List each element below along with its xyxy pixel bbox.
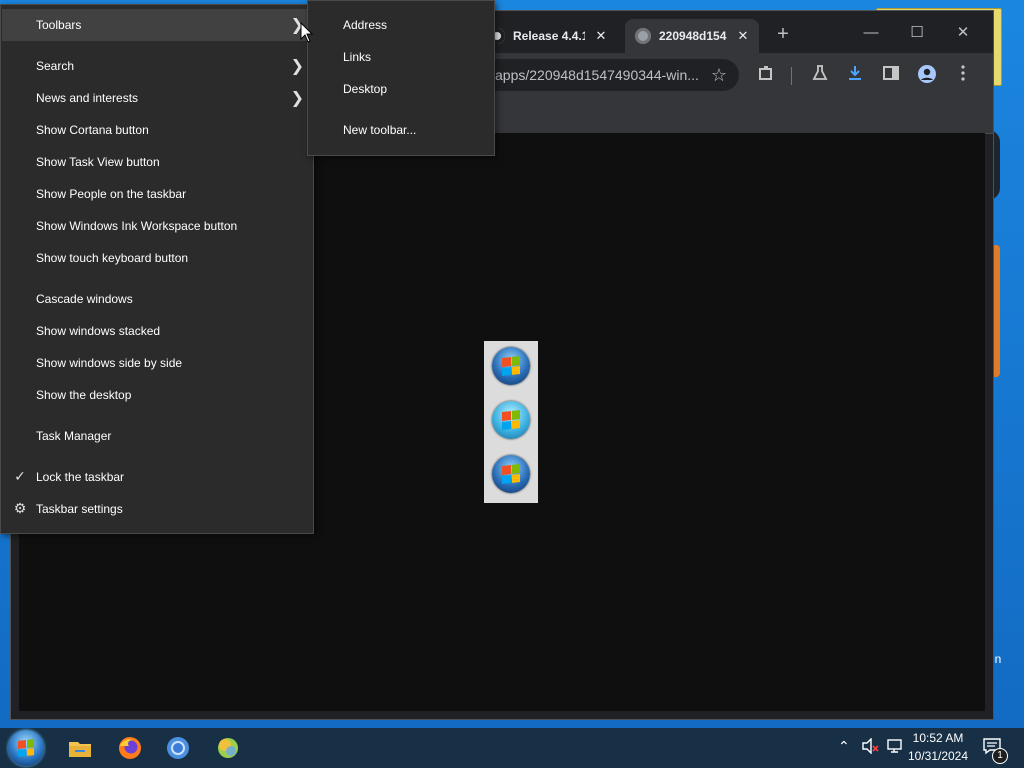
- windows-logo-strip: [484, 341, 538, 503]
- menu-item-show-people[interactable]: Show People on the taskbar: [2, 178, 312, 210]
- show-hidden-icons-chevron-icon[interactable]: ⌃: [838, 738, 850, 755]
- side-panel-icon[interactable]: [880, 64, 902, 86]
- menu-item-show-cortana[interactable]: Show Cortana button: [2, 114, 312, 146]
- taskbar-context-menu: Toolbars ❯ Search ❯ News and interests ❯…: [0, 4, 314, 534]
- labs-flask-icon[interactable]: [809, 64, 831, 86]
- chrome-icon[interactable]: [164, 734, 192, 762]
- menu-item-show-task-view[interactable]: Show Task View button: [2, 146, 312, 178]
- toolbar-divider: [791, 67, 792, 85]
- submenu-item-address[interactable]: Address: [309, 10, 493, 40]
- menu-item-search[interactable]: Search ❯: [2, 50, 312, 82]
- mouse-cursor-icon: [300, 22, 314, 43]
- bookmark-star-icon[interactable]: ☆: [711, 65, 727, 86]
- clock-date[interactable]: 10/31/2024: [906, 749, 970, 763]
- menu-item-taskbar-settings[interactable]: ⚙ Taskbar settings: [2, 493, 312, 525]
- taskbar[interactable]: ⌃ 10:52 AM 10/31/2024 1: [0, 728, 1024, 768]
- download-icon[interactable]: [844, 64, 866, 86]
- menu-item-cascade-windows[interactable]: Cascade windows: [2, 283, 312, 315]
- more-menu-icon[interactable]: [952, 64, 974, 86]
- network-icon[interactable]: [886, 738, 904, 757]
- windows-logo-icon: [492, 455, 530, 493]
- tab-release[interactable]: Release 4.4.1 ✕: [489, 19, 617, 53]
- menu-item-show-touch-keyboard[interactable]: Show touch keyboard button: [2, 242, 312, 274]
- menu-item-toolbars[interactable]: Toolbars ❯: [2, 9, 312, 41]
- tab-close-button[interactable]: ✕: [593, 28, 609, 44]
- volume-muted-icon[interactable]: [862, 737, 880, 757]
- submenu-item-links[interactable]: Links: [309, 42, 493, 72]
- tab-active[interactable]: 220948d154 ✕: [625, 19, 759, 53]
- tab-close-button[interactable]: ✕: [735, 28, 751, 44]
- menu-item-news-and-interests[interactable]: News and interests ❯: [2, 82, 312, 114]
- minimize-button[interactable]: —: [851, 21, 891, 45]
- extensions-icon[interactable]: [755, 64, 777, 86]
- gear-icon: ⚙: [13, 500, 27, 516]
- windows-logo-icon: [492, 347, 530, 385]
- close-window-button[interactable]: ✕: [943, 21, 983, 45]
- windows-logo-icon: [18, 739, 34, 757]
- toolbars-submenu: Address Links Desktop New toolbar...: [307, 0, 495, 156]
- menu-item-windows-side-by-side[interactable]: Show windows side by side: [2, 347, 312, 379]
- address-text[interactable]: apps/220948d1547490344-win...: [495, 67, 699, 83]
- globe-icon: [635, 28, 651, 44]
- submenu-item-desktop[interactable]: Desktop: [309, 74, 493, 104]
- notification-count-badge: 1: [992, 748, 1008, 764]
- new-tab-button[interactable]: +: [771, 23, 795, 46]
- chevron-right-icon: ❯: [290, 90, 304, 107]
- menu-item-show-desktop[interactable]: Show the desktop: [2, 379, 312, 411]
- profile-avatar-icon[interactable]: [916, 64, 938, 86]
- submenu-item-new-toolbar[interactable]: New toolbar...: [309, 115, 493, 145]
- windows-logo-icon: [492, 401, 530, 439]
- file-explorer-icon[interactable]: [66, 734, 94, 762]
- chevron-right-icon: ❯: [290, 58, 304, 75]
- checkmark-icon: ✓: [14, 468, 26, 484]
- tab-title: Release 4.4.1: [513, 29, 585, 43]
- maximize-button[interactable]: ☐: [897, 21, 937, 45]
- clock-time[interactable]: 10:52 AM: [906, 731, 970, 745]
- menu-item-show-ink-workspace[interactable]: Show Windows Ink Workspace button: [2, 210, 312, 242]
- start-button[interactable]: [8, 730, 44, 766]
- menu-item-windows-stacked[interactable]: Show windows stacked: [2, 315, 312, 347]
- app-orb-icon[interactable]: [214, 734, 242, 762]
- menu-item-lock-taskbar[interactable]: ✓ Lock the taskbar: [2, 461, 312, 493]
- firefox-icon[interactable]: [116, 734, 144, 762]
- tab-title: 220948d154: [659, 29, 727, 43]
- menu-item-task-manager[interactable]: Task Manager: [2, 420, 312, 452]
